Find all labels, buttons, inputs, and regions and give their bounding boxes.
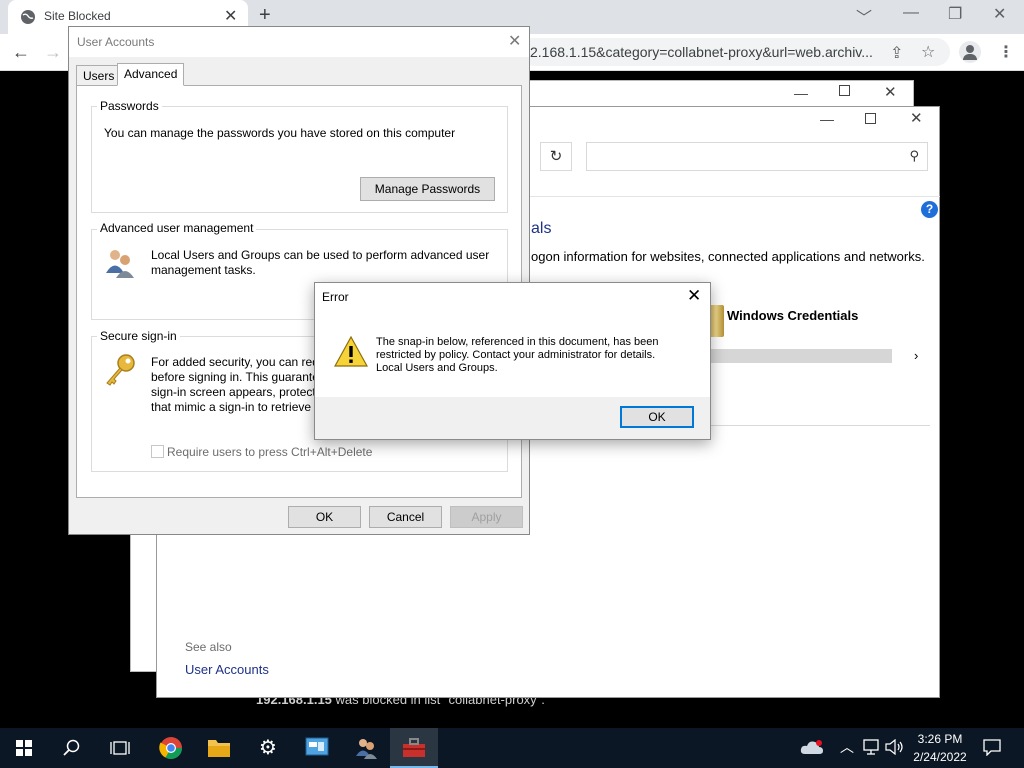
tab-title: Site Blocked [44,9,111,23]
taskbar-toolbox[interactable] [390,728,438,768]
refresh-icon[interactable]: ↻ [540,142,572,171]
windows-logo-icon [16,740,32,756]
ctrl-alt-delete-label: Require users to press Ctrl+Alt+Delete [167,445,373,459]
ua-title: User Accounts [77,35,155,49]
credentials-row[interactable] [708,349,892,363]
chrome-icon [159,737,182,759]
profile-avatar-icon[interactable] [959,41,981,63]
control-panel-icon [305,737,329,756]
bookmark-star-icon[interactable]: ☆ [921,42,935,62]
tab-advanced[interactable]: Advanced [117,63,185,86]
clock-date[interactable]: 2/24/2022 [908,750,972,764]
help-icon[interactable]: ? [921,201,938,218]
taskbar-search-icon [63,739,80,756]
task-view-icon [110,741,130,755]
notifications-icon[interactable] [983,738,1001,756]
error-ok-button[interactable]: OK [620,406,694,428]
address-bar[interactable]: 2.168.1.15&category=collabnet-proxy&url=… [520,38,950,66]
network-icon[interactable] [862,739,880,755]
error-close-icon[interactable]: ✕ [687,286,701,306]
error-message: The snap-in below, referenced in this do… [376,336,701,375]
clock-time[interactable]: 3:26 PM [912,732,968,746]
cp-minimize-icon[interactable]: — [820,111,834,127]
taskbar-control-panel[interactable] [293,728,341,768]
users-icon [356,739,377,759]
volume-icon[interactable] [885,739,905,755]
tab-users[interactable]: Users [76,65,122,86]
cancel-button[interactable]: Cancel [369,506,442,528]
minimize-icon[interactable]: — [903,4,919,22]
start-button[interactable] [0,728,48,768]
taskbar-file-explorer[interactable] [195,728,243,768]
cp-heading: als [531,220,552,237]
passwords-group-title: Passwords [97,99,162,113]
secure-signin-line1: For added security, you can req [151,355,319,369]
forward-arrow-icon[interactable]: → [44,42,62,63]
secure-signin-line2: before signing in. This guarante [151,370,319,384]
cp-divider [708,425,930,426]
chevron-right-icon[interactable]: › [914,348,918,363]
error-title: Error [322,290,349,304]
back-minimize-icon[interactable]: — [794,85,808,101]
warning-icon [334,336,368,367]
back-close-icon[interactable]: ✕ [884,83,897,101]
toolbox-icon [403,738,425,757]
task-view-button[interactable] [96,728,144,768]
search-button[interactable] [48,728,96,768]
menu-kebab-icon[interactable]: ⋮ [998,42,1014,62]
globe-icon [21,10,35,24]
cp-maximize-icon[interactable] [865,113,876,124]
back-maximize-icon[interactable] [839,85,850,96]
tab-close-icon[interactable]: ✕ [224,6,237,26]
restore-icon[interactable]: ❐ [948,4,962,24]
secure-signin-title: Secure sign-in [97,329,180,343]
ctrl-alt-delete-checkbox[interactable] [151,445,164,458]
gear-icon: ⚙ [259,737,277,759]
error-line2: restricted by policy. Contact your admin… [376,349,656,361]
cp-description: ogon information for websites, connected… [531,249,925,264]
folder-icon [208,740,230,757]
taskbar-chrome[interactable] [147,728,195,768]
search-icon: ⚲ [909,148,919,163]
manage-passwords-button[interactable]: Manage Passwords [360,177,495,201]
secure-signin-line3: sign-in screen appears, protecti [151,385,319,399]
url-text: 2.168.1.15&category=collabnet-proxy&url=… [530,44,873,60]
taskbar-settings[interactable]: ⚙ [244,728,292,768]
windows-credentials-label[interactable]: Windows Credentials [727,308,858,323]
advanced-mgmt-line2: management tasks. [151,263,256,277]
passwords-text: You can manage the passwords you have st… [104,126,456,140]
taskbar-user-accounts[interactable] [342,728,390,768]
tray-chevron-up-icon[interactable]: ︿ [840,737,854,757]
back-arrow-icon[interactable]: ← [12,42,30,63]
see-also-label: See also [185,640,232,654]
onedrive-cloud-icon[interactable] [800,738,824,756]
user-accounts-link[interactable]: User Accounts [185,662,269,677]
key-icon [106,354,135,386]
users-group-icon [106,250,134,278]
error-line3: Local Users and Groups. [376,362,498,374]
ok-button[interactable]: OK [288,506,361,528]
close-window-icon[interactable]: ✕ [993,4,1006,24]
control-panel-search[interactable]: ⚲ [586,142,928,171]
error-line1: The snap-in below, referenced in this do… [376,336,659,348]
apply-button[interactable]: Apply [450,506,523,528]
tab-search-chevron-icon[interactable]: ﹀ [856,4,872,28]
secure-signin-line4: that mimic a sign-in to retrieve [151,400,312,414]
new-tab-button[interactable]: + [259,4,271,27]
advanced-mgmt-line1: Local Users and Groups can be used to pe… [151,248,490,262]
ua-close-icon[interactable]: ✕ [508,31,521,51]
share-icon[interactable]: ⇪ [890,43,903,63]
advanced-mgmt-title: Advanced user management [97,221,257,235]
cp-close-icon[interactable]: ✕ [910,109,923,127]
